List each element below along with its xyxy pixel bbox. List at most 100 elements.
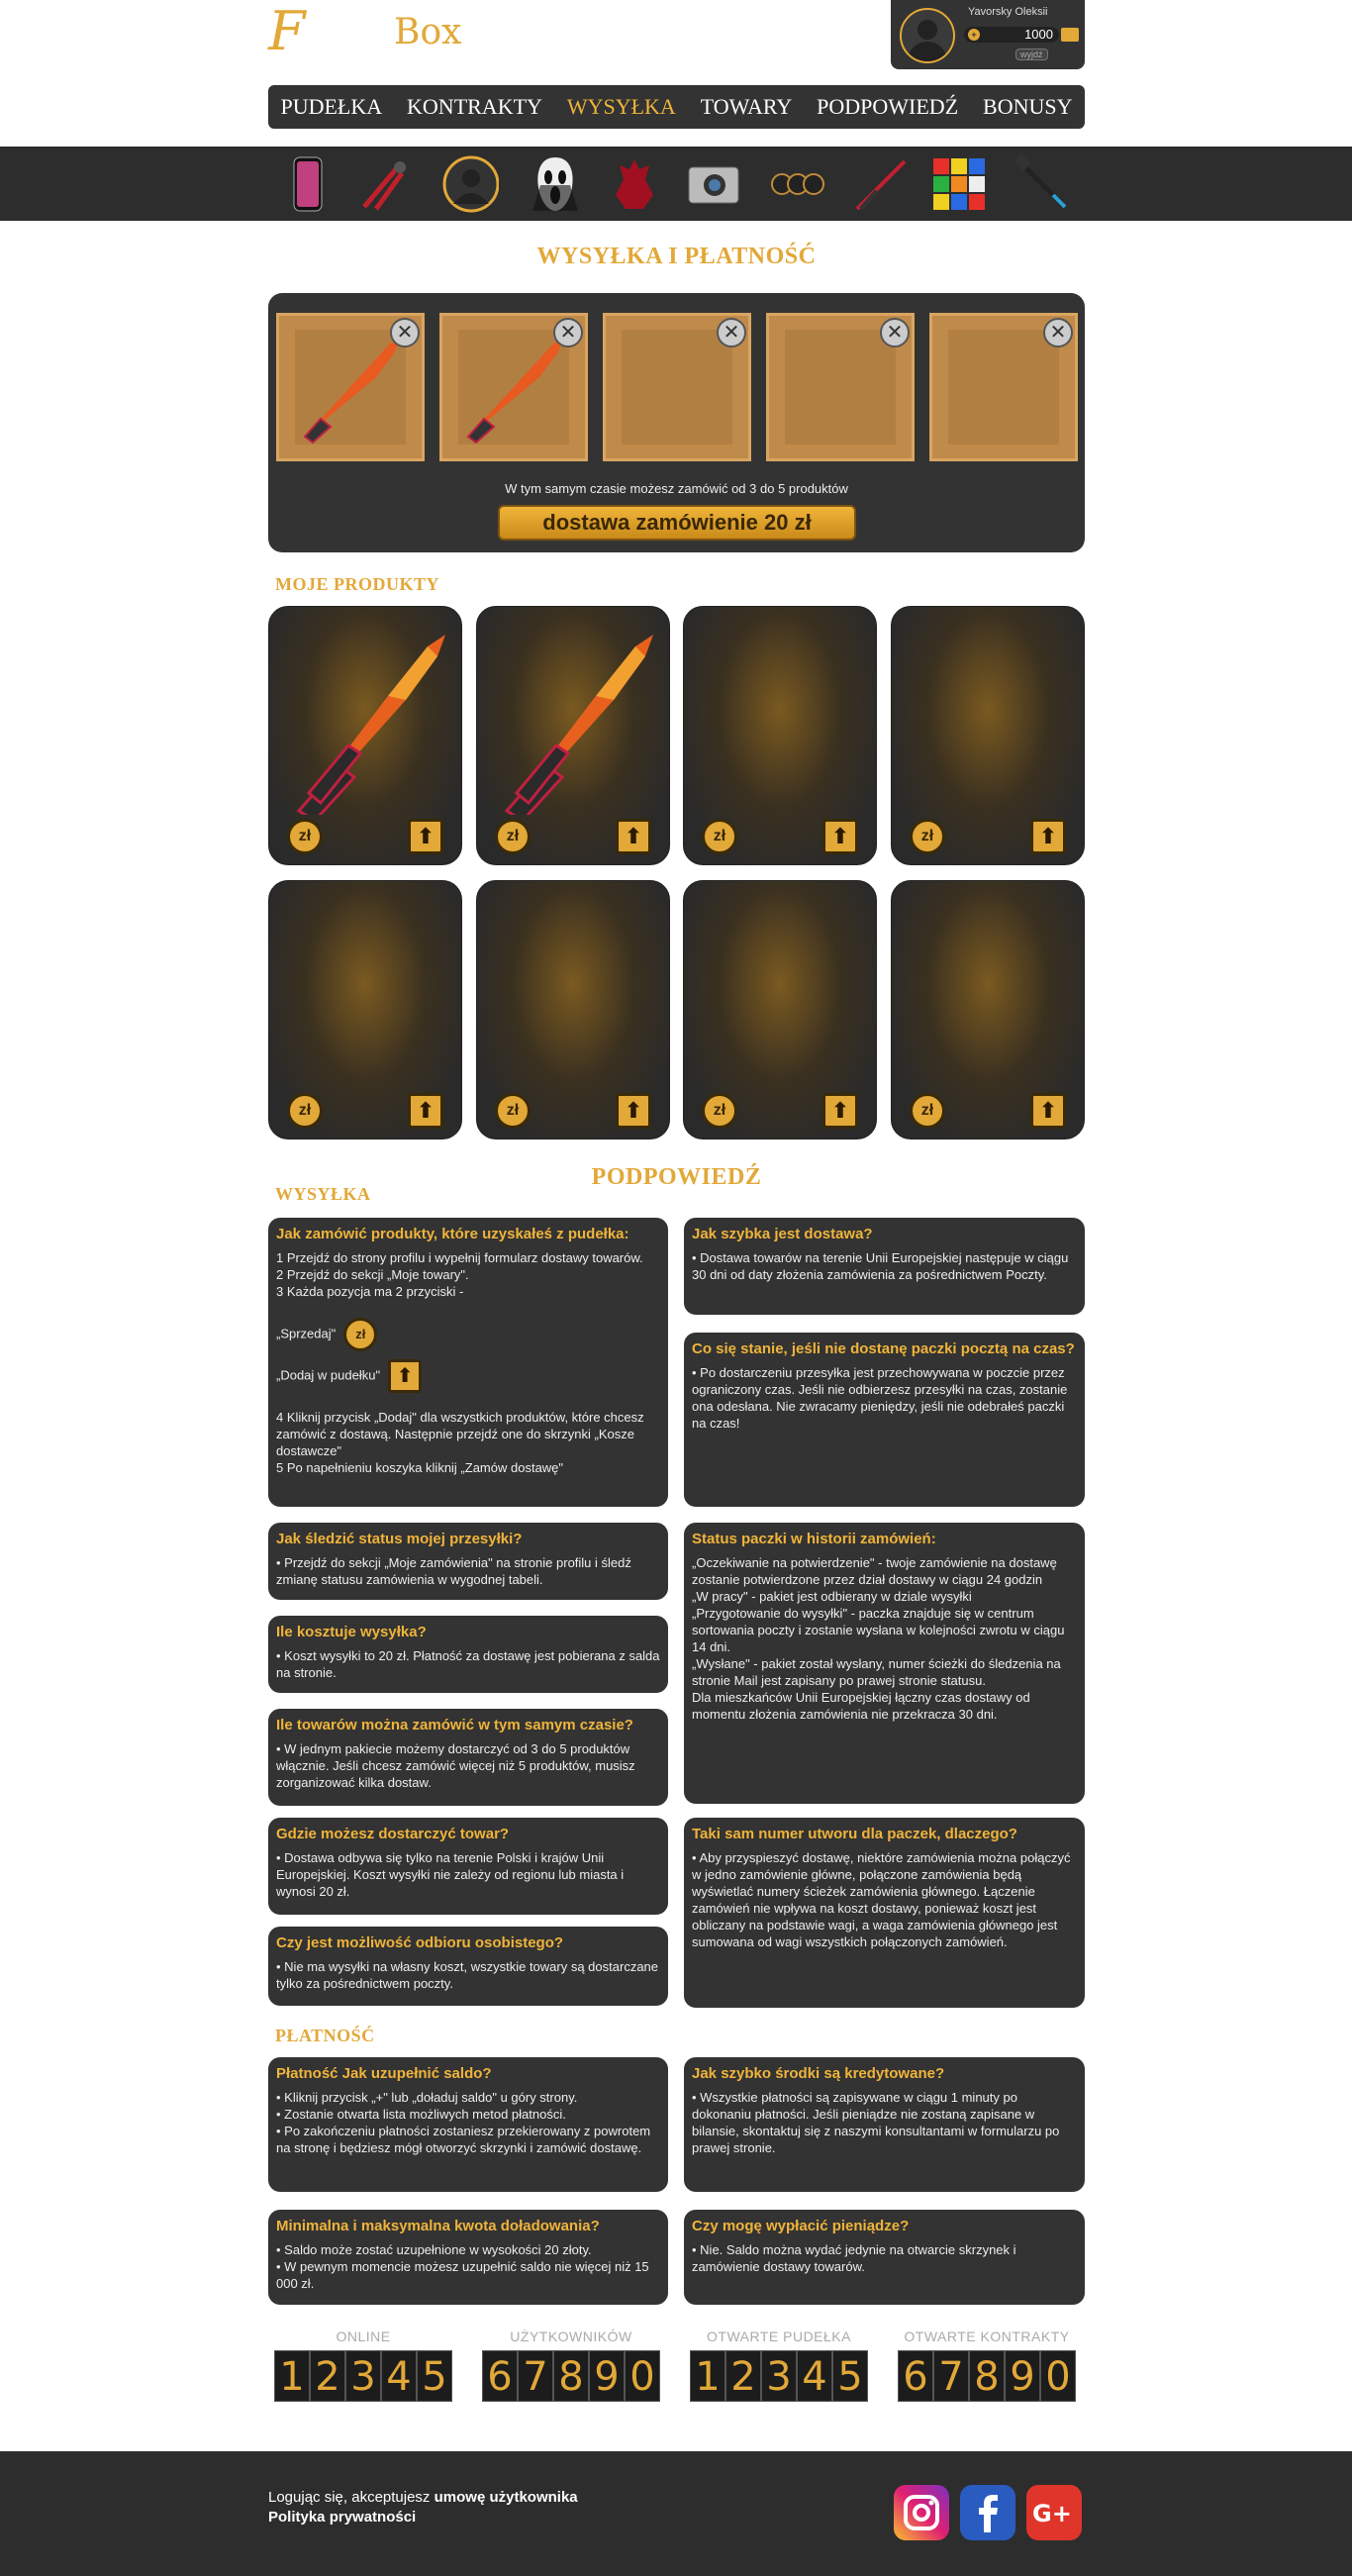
phone-icon[interactable] (279, 154, 337, 214)
counter-label: ONLINE (336, 2328, 391, 2344)
add-to-box-button[interactable]: ⬆ (616, 819, 651, 854)
counter-digit: 5 (832, 2350, 868, 2402)
nav-bonuses[interactable]: BONUSY (983, 94, 1072, 120)
product-card[interactable]: zł ⬆ (268, 880, 462, 1139)
basket-slot[interactable]: ✕ (766, 313, 915, 461)
counter-digit: 7 (518, 2350, 553, 2402)
sell-button[interactable]: zł (910, 819, 945, 854)
instagram-icon[interactable] (894, 2485, 949, 2540)
logout-button[interactable]: wyjdź (1015, 49, 1048, 60)
fidget-spinner-icon[interactable] (768, 154, 825, 214)
sell-button[interactable]: zł (702, 819, 737, 854)
faq-title: Gdzie możesz dostarczyć towar? (276, 1826, 510, 1842)
faq-text: • W jednym pakiecie możemy dostarczyć od… (276, 1741, 635, 1790)
faq-tracking: Jak śledzić status mojej przesyłki? • Prz… (268, 1523, 668, 1600)
product-card[interactable]: zł ⬆ (476, 880, 670, 1139)
logo[interactable]: F Box (268, 2, 486, 61)
faq-line: „W pracy" - pakiet jest odbierany w dzia… (692, 1589, 972, 1604)
nav-boxes[interactable]: PUDEŁKA (280, 94, 382, 120)
faq-line: • Kliknij przycisk „+" lub „doładuj sald… (276, 2090, 578, 2105)
sell-button[interactable]: zł (910, 1093, 945, 1129)
nav-shipping[interactable]: WYSYŁKA (567, 94, 676, 120)
order-delivery-button[interactable]: dostawa zamówienie 20 zł (498, 505, 856, 541)
scream-mask-icon[interactable] (527, 154, 584, 214)
basket-slot[interactable]: ✕ (276, 313, 425, 461)
payment-section-title: PŁATNOŚĆ (275, 2026, 375, 2045)
add-to-box-button[interactable]: ⬆ (822, 819, 858, 854)
counter-digit: 1 (690, 2350, 725, 2402)
facebook-icon[interactable] (960, 2485, 1015, 2540)
basket-slot[interactable]: ✕ (603, 313, 751, 461)
faq-delivery-speed: Jak szybka jest dostawa? • Dostawa towaró… (684, 1218, 1085, 1315)
sell-button[interactable]: zł (287, 819, 323, 854)
bolt-cutter-icon[interactable] (356, 154, 414, 214)
google-plus-icon[interactable]: G+ (1026, 2485, 1082, 2540)
sell-button[interactable]: zł (495, 1093, 531, 1129)
selfie-stick-icon[interactable] (1014, 154, 1071, 214)
faq-text: • Po dostarczeniu przesyłka jest przecho… (692, 1365, 1068, 1431)
coin-icon: + (968, 29, 980, 41)
remove-slot-button[interactable]: ✕ (553, 318, 583, 347)
nav-goods[interactable]: TOWARY (701, 94, 793, 120)
add-text: „Dodaj w pudełku" (276, 1367, 381, 1383)
page-title: WYSYŁKA I PŁATNOŚĆ (536, 244, 817, 269)
faq-line: „Oczekiwanie na potwierdzenie" - twoje z… (692, 1555, 1057, 1587)
terms-link[interactable]: umowę użytkownika (435, 2489, 578, 2506)
demon-figure-icon[interactable] (606, 154, 663, 214)
nav-contracts[interactable]: KONTRAKTY (407, 94, 542, 120)
product-card[interactable]: zł ⬆ (891, 880, 1085, 1139)
faq-text: • Dostawa towarów na terenie Unii Europe… (692, 1250, 1069, 1282)
add-to-box-button[interactable]: ⬆ (408, 1093, 443, 1129)
faq-line: • Saldo może zostać uzupełnione w wysoko… (276, 2242, 592, 2257)
counter-digit: 5 (417, 2350, 452, 2402)
avatar[interactable] (900, 8, 955, 63)
faq-text: • Przejdź do sekcji „Moje zamówienia" na… (276, 1555, 631, 1587)
avatar-icon[interactable] (441, 154, 499, 214)
add-to-box-button[interactable]: ⬆ (1030, 819, 1066, 854)
nav-help[interactable]: PODPOWIEDŹ (817, 94, 958, 120)
action-camera-icon[interactable] (685, 154, 742, 214)
basket-slot[interactable]: ✕ (929, 313, 1078, 461)
product-card[interactable]: zł ⬆ (476, 606, 670, 865)
faq-shipping-cost: Ile kosztuje wysyłka? • Koszt wysyłki to … (268, 1616, 668, 1693)
privacy-link[interactable]: Polityka prywatności (268, 2509, 416, 2526)
order-note: W tym samym czasie możesz zamówić od 3 d… (505, 481, 848, 496)
knife-image (466, 340, 563, 445)
sell-button[interactable]: zł (287, 1093, 323, 1129)
logo-letter: F (268, 0, 306, 62)
faq-title: Jak szybka jest dostawa? (692, 1226, 873, 1242)
product-card[interactable]: zł ⬆ (683, 606, 877, 865)
knife-image (303, 340, 400, 445)
svg-text:G+: G+ (1032, 2500, 1072, 2527)
recent-items-strip (0, 147, 1352, 221)
footer-prefix: Logując się, akceptujesz (268, 2489, 435, 2506)
stat-counter: UŻYTKOWNIKÓW 6 7 8 9 0 (482, 2328, 660, 2402)
sell-button[interactable]: zł (495, 819, 531, 854)
footer: Logując się, akceptujesz umowę użytkowni… (0, 2451, 1352, 2576)
sell-text: „Sprzedaj" (276, 1326, 337, 1341)
remove-slot-button[interactable]: ✕ (880, 318, 910, 347)
remove-slot-button[interactable]: ✕ (717, 318, 746, 347)
add-to-box-button[interactable]: ⬆ (822, 1093, 858, 1129)
wallet-icon[interactable] (1061, 28, 1079, 42)
stat-counter: ONLINE 1 2 3 4 5 (274, 2328, 452, 2402)
add-to-box-button[interactable]: ⬆ (1030, 1093, 1066, 1129)
faq-text: • Dostawa odbywa się tylko na terenie Po… (276, 1850, 625, 1899)
product-card[interactable]: zł ⬆ (891, 606, 1085, 865)
rubik-cube-icon[interactable] (930, 154, 988, 214)
faq-title: Jak śledzić status mojej przesyłki? (276, 1531, 523, 1547)
stat-counter: OTWARTE KONTRAKTY 6 7 8 9 0 (898, 2328, 1076, 2402)
remove-slot-button[interactable]: ✕ (390, 318, 420, 347)
red-knife-icon[interactable] (851, 154, 909, 214)
basket-slot[interactable]: ✕ (439, 313, 588, 461)
sell-button[interactable]: zł (702, 1093, 737, 1129)
add-to-box-button[interactable]: ⬆ (408, 819, 443, 854)
faq-text: • Wszystkie płatności są zapisywane w ci… (692, 2090, 1060, 2155)
counter-digit: 8 (553, 2350, 589, 2402)
faq-withdraw: Czy mogę wypłacić pieniądze? • Nie. Saldo… (684, 2210, 1085, 2305)
add-to-box-button[interactable]: ⬆ (616, 1093, 651, 1129)
counter-digit: 3 (761, 2350, 797, 2402)
remove-slot-button[interactable]: ✕ (1043, 318, 1073, 347)
product-card[interactable]: zł ⬆ (268, 606, 462, 865)
product-card[interactable]: zł ⬆ (683, 880, 877, 1139)
